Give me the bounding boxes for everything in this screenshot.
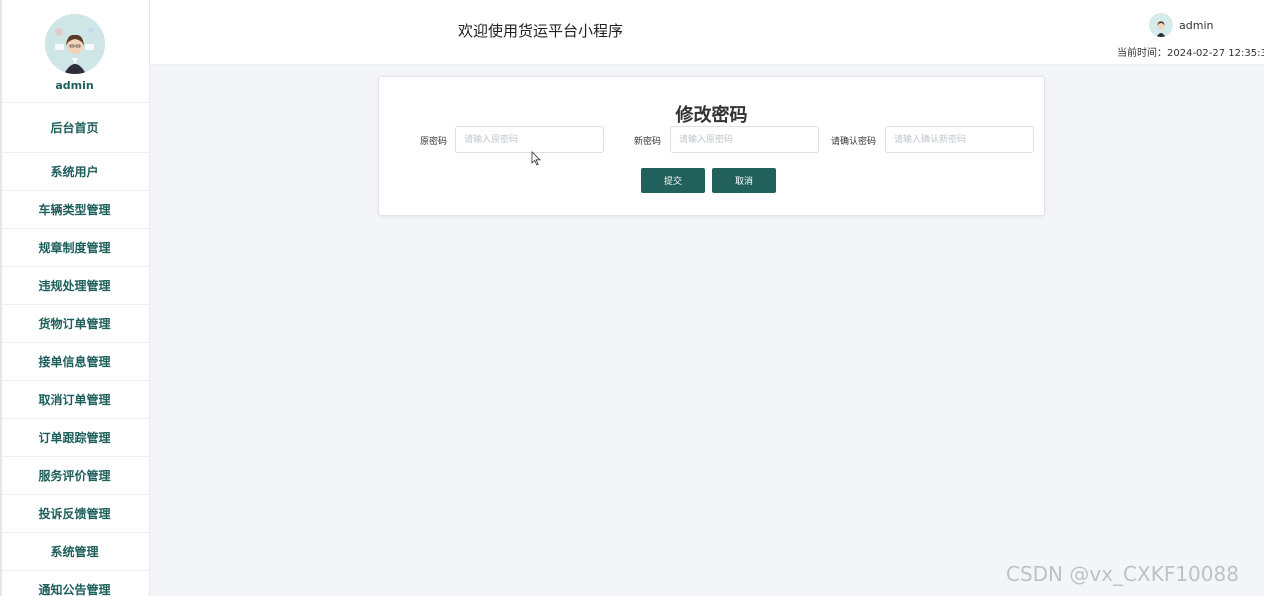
profile-name: admin [55,79,94,92]
current-time: 当前时间：2024-02-27 12:35:34 [1117,44,1264,59]
watermark: CSDN @vx_CXKF10088 [1006,562,1239,586]
sidebar-item-notices[interactable]: 通知公告管理 [0,571,149,596]
sidebar-item-order-tracking[interactable]: 订单跟踪管理 [0,419,149,457]
old-password-input[interactable] [455,126,604,153]
header-user-name: admin [1179,18,1214,32]
sidebar-item-service-reviews[interactable]: 服务评价管理 [0,457,149,495]
header-avatar[interactable] [1149,13,1173,37]
new-password-label: 新密码 [634,137,662,147]
user-avatar-icon [1149,13,1173,37]
sidebar-item-system-management[interactable]: 系统管理 [0,533,149,571]
confirm-password-input[interactable] [885,126,1034,153]
user-avatar-icon [44,14,105,74]
sidebar-item-violations[interactable]: 违规处理管理 [0,267,149,305]
sidebar-item-order-accepts[interactable]: 接单信息管理 [0,343,149,381]
sidebar-item-vehicle-types[interactable]: 车辆类型管理 [0,191,149,229]
app-title: 欢迎使用货运平台小程序 [458,22,624,40]
submit-button[interactable]: 提交 [641,168,705,193]
sidebar-item-regulations[interactable]: 规章制度管理 [0,229,149,267]
old-password-label: 原密码 [420,137,448,147]
top-header: 欢迎使用货运平台小程序 admin 当前时间：2024-02-27 12:35:… [150,0,1264,64]
change-password-card: 修改密码 原密码 新密码 请确认密码 提交 取消 [378,76,1045,216]
sidebar-item-home[interactable]: 后台首页 [0,103,149,153]
sidebar-profile: admin [0,0,149,103]
confirm-password-label: 请确认密码 [831,137,877,147]
current-time-label: 当前时间： [1117,48,1167,59]
current-time-value: 2024-02-27 12:35:34 [1167,48,1264,59]
cancel-button[interactable]: 取消 [712,168,776,193]
new-password-input[interactable] [670,126,819,153]
sidebar-item-complaints[interactable]: 投诉反馈管理 [0,495,149,533]
sidebar-item-cancelled-orders[interactable]: 取消订单管理 [0,381,149,419]
mouse-pointer-icon [531,151,541,166]
sidebar-item-cargo-orders[interactable]: 货物订单管理 [0,305,149,343]
sidebar: admin 后台首页 系统用户 车辆类型管理 规章制度管理 违规处理管理 货物订… [0,0,150,596]
page-title: 修改密码 [675,105,748,126]
sidebar-item-system-users[interactable]: 系统用户 [0,153,149,191]
user-menu[interactable]: admin [1149,13,1213,37]
profile-avatar[interactable] [44,14,105,74]
